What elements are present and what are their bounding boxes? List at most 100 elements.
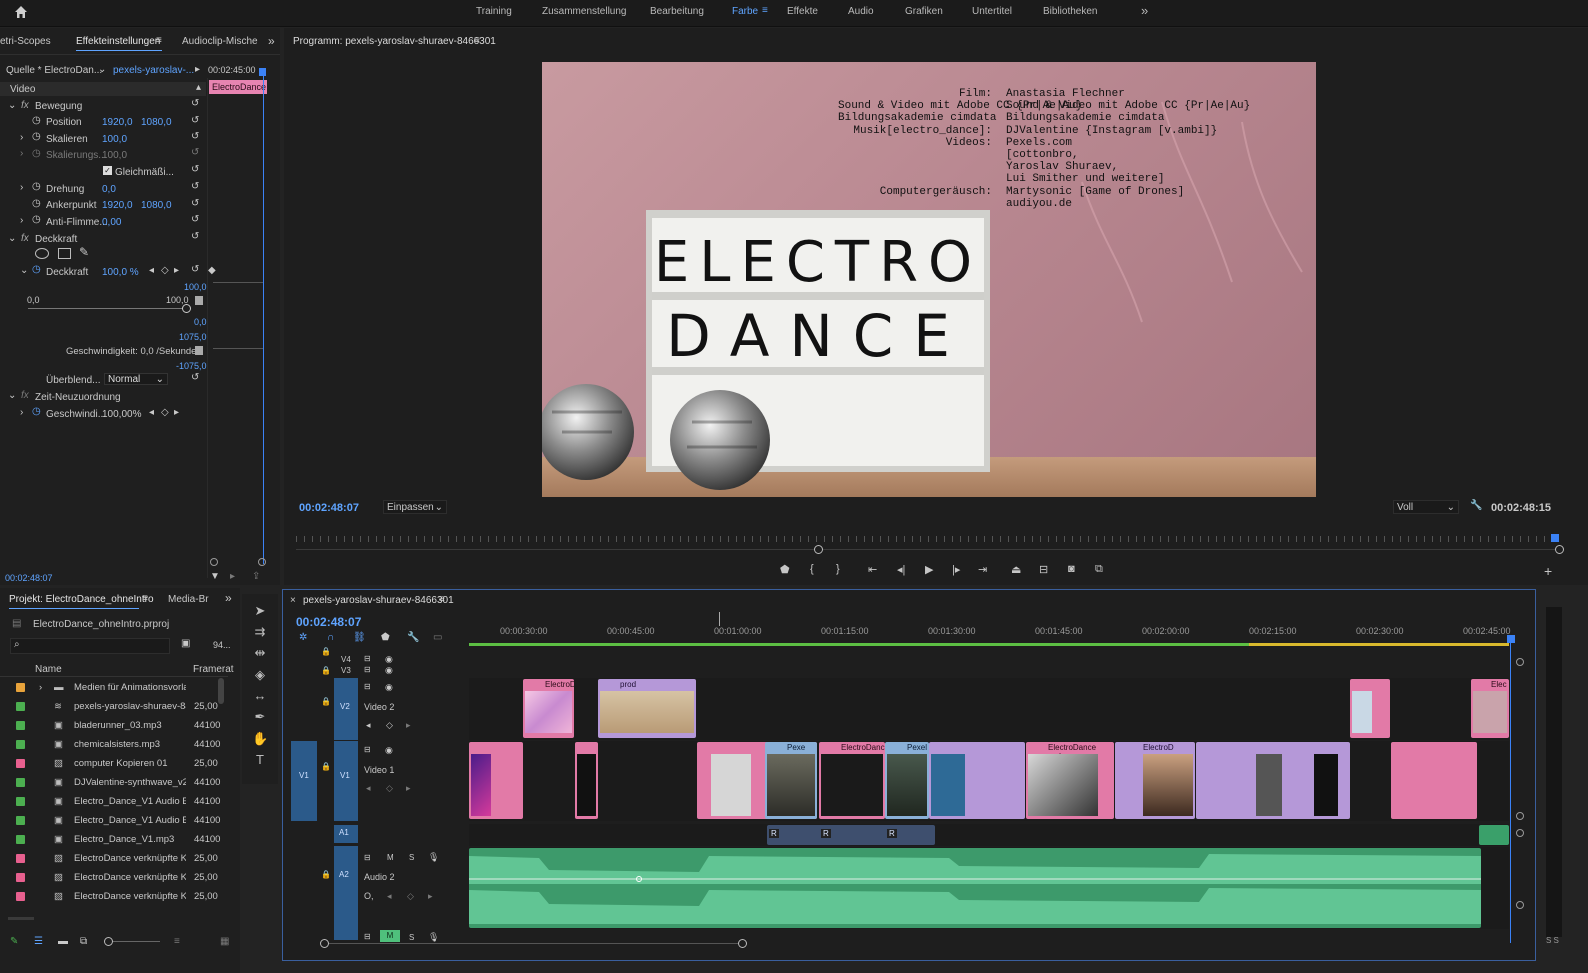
stopwatch-icon[interactable]: ◷ [32, 181, 41, 192]
deckkraft-value[interactable]: 100,0 % [102, 267, 139, 278]
expand-arrow-icon[interactable]: ⌄ [8, 390, 16, 401]
clip-v1[interactable] [1391, 742, 1477, 819]
scrollbar-thumb[interactable] [218, 678, 224, 704]
position-x-value[interactable]: 1920,0 [102, 117, 133, 128]
label-color-swatch[interactable] [16, 740, 25, 749]
stopwatch-icon[interactable]: ◷ [32, 198, 41, 209]
more-workspaces-icon[interactable]: » [1141, 3, 1148, 18]
add-keyframe-icon[interactable]: ◇ [161, 407, 169, 418]
tab-project[interactable]: Projekt: ElectroDance_ohneIntro [9, 594, 154, 605]
rectangle-mask-icon[interactable] [58, 248, 71, 259]
camera-icon[interactable]: ◙ [1068, 563, 1075, 575]
lift-icon[interactable]: ⏏ [1011, 563, 1021, 576]
label-color-swatch[interactable] [16, 797, 25, 806]
eye-icon[interactable]: ◉ [385, 745, 393, 756]
label-color-swatch[interactable] [16, 683, 25, 692]
project-item-row[interactable]: ▨ ElectroDance verknüpfte Ko 25,00 [0, 849, 232, 868]
pen-tool-icon[interactable]: ✒ [252, 709, 268, 725]
track-target-v1[interactable]: V1 [334, 741, 358, 821]
panel-menu-icon[interactable]: ≡ [156, 35, 162, 46]
more-panels-icon[interactable]: » [268, 34, 275, 48]
slip-tool-icon[interactable]: ↔ [252, 688, 268, 704]
workspace-tab-audio[interactable]: Audio [848, 6, 874, 17]
hand-tool-icon[interactable]: ✋ [252, 731, 268, 747]
label-color-swatch[interactable] [16, 892, 25, 901]
expand-arrow-icon[interactable]: ⌄ [20, 265, 28, 276]
close-tab-icon[interactable]: × [290, 595, 296, 606]
project-item-row[interactable]: ▣ Electro_Dance_V1.mp3 44100 [0, 830, 232, 849]
lock-icon[interactable]: 🔒 [321, 870, 331, 879]
workspace-tab-bearbeitung[interactable]: Bearbeitung [650, 6, 704, 17]
opacity-slider-handle[interactable] [182, 304, 191, 313]
next-keyframe-icon[interactable]: ▸ [428, 891, 433, 902]
reset-icon[interactable]: ↺ [191, 164, 199, 175]
track-target-a2[interactable]: A2 [334, 846, 358, 940]
zoom-handle-right[interactable] [1555, 545, 1564, 554]
tab-effect-controls[interactable]: Effekteinstellungen [76, 36, 160, 47]
next-keyframe-icon[interactable]: ▸ [406, 720, 411, 731]
blend-mode-select[interactable]: Normal ⌄ [104, 373, 168, 385]
clip-v1[interactable]: ElectroD [1115, 742, 1195, 819]
sort-icon[interactable]: ≡ [174, 936, 180, 947]
step-back-icon[interactable]: ◂| [897, 563, 905, 576]
add-keyframe-icon[interactable]: ◇ [386, 720, 393, 731]
project-item-row[interactable]: ▣ bladerunner_03.mp3 44100 [0, 716, 232, 735]
anker-x-value[interactable]: 1920,0 [102, 200, 133, 211]
scrub-ruler[interactable] [296, 536, 1560, 542]
track-target-v2[interactable]: V2 [334, 678, 358, 740]
playhead-marker[interactable] [1507, 635, 1515, 643]
clip-a2[interactable] [469, 848, 1481, 928]
label-color-swatch[interactable] [16, 854, 25, 863]
new-bin-icon[interactable]: ▣ [181, 638, 190, 649]
solo-button[interactable]: S [409, 853, 414, 862]
play-icon[interactable]: ▶ [925, 563, 933, 576]
wrench-icon[interactable]: 🔧 [1470, 500, 1482, 511]
project-item-row[interactable]: ▨ computer Kopieren 01 25,00 [0, 754, 232, 773]
project-item-row[interactable]: ▣ DJValentine-synthwave_v2. 44100 [0, 773, 232, 792]
lock-icon[interactable]: 🔒 [321, 647, 331, 656]
eye-icon[interactable]: ◉ [385, 665, 393, 676]
ellipse-mask-icon[interactable] [35, 248, 49, 259]
expand-arrow-icon[interactable]: › [39, 678, 42, 697]
skalieren-value[interactable]: 100,0 [102, 134, 127, 145]
captions-icon[interactable]: ▭ [433, 632, 442, 643]
label-color-swatch[interactable] [16, 873, 25, 882]
collapse-icon[interactable]: ▴ [196, 82, 201, 93]
reset-icon[interactable]: ↺ [191, 147, 199, 158]
lock-icon[interactable]: 🔒 [321, 762, 331, 771]
project-item-row[interactable]: ▨ ElectroDance verknüpfte Ko 25,00 [0, 887, 232, 906]
home-icon[interactable] [14, 5, 28, 19]
add-keyframe-icon[interactable]: ◇ [407, 891, 414, 902]
wrench-icon[interactable]: 🔧 [407, 632, 419, 643]
drehung-value[interactable]: 0,0 [102, 184, 116, 195]
anker-y-value[interactable]: 1080,0 [141, 200, 172, 211]
sequence-tab[interactable]: pexels-yaroslav-shuraev-8466301 [303, 595, 454, 606]
freeform-view-icon[interactable]: ⧉ [80, 936, 87, 947]
reset-icon[interactable]: ↺ [191, 115, 199, 126]
export-icon[interactable]: ⇪ [252, 571, 260, 582]
label-color-swatch[interactable] [16, 816, 25, 825]
nest-icon[interactable]: ✲ [299, 632, 307, 643]
add-keyframe-icon[interactable]: ◇ [161, 265, 169, 276]
project-search-input[interactable]: ⌕ [10, 638, 170, 654]
eye-icon[interactable]: ◉ [385, 654, 393, 665]
clip-v1[interactable]: ElectroDance verkn [1026, 742, 1114, 819]
clip-v2[interactable] [1350, 679, 1390, 738]
zoom-handle-left[interactable] [814, 545, 823, 554]
compare-view-icon[interactable]: ⧉ [1095, 563, 1103, 576]
track-toggle-icon[interactable]: ⊟ [364, 745, 371, 754]
prev-keyframe-icon[interactable]: ◂ [387, 891, 392, 902]
audio-meter-solo[interactable]: S S [1546, 936, 1559, 945]
pen-mask-icon[interactable]: ✎ [79, 245, 89, 259]
zoom-handle-right[interactable] [258, 558, 266, 566]
column-framerate[interactable]: Framerat [193, 664, 234, 675]
workspace-tab-farbe[interactable]: Farbe [732, 6, 758, 17]
stopwatch-icon[interactable]: ◷ [32, 214, 41, 225]
vertical-zoom-handle[interactable] [1516, 829, 1524, 837]
timeline-timecode[interactable]: 00:02:48:07 [296, 615, 361, 629]
lock-icon[interactable]: 🔒 [321, 697, 331, 706]
stopwatch-icon[interactable]: ◷ [32, 131, 41, 142]
zoom-slider-handle[interactable] [104, 937, 113, 946]
clip-v1[interactable]: Pexe [765, 742, 817, 819]
chevron-down-icon[interactable]: ⌄ [98, 64, 106, 75]
